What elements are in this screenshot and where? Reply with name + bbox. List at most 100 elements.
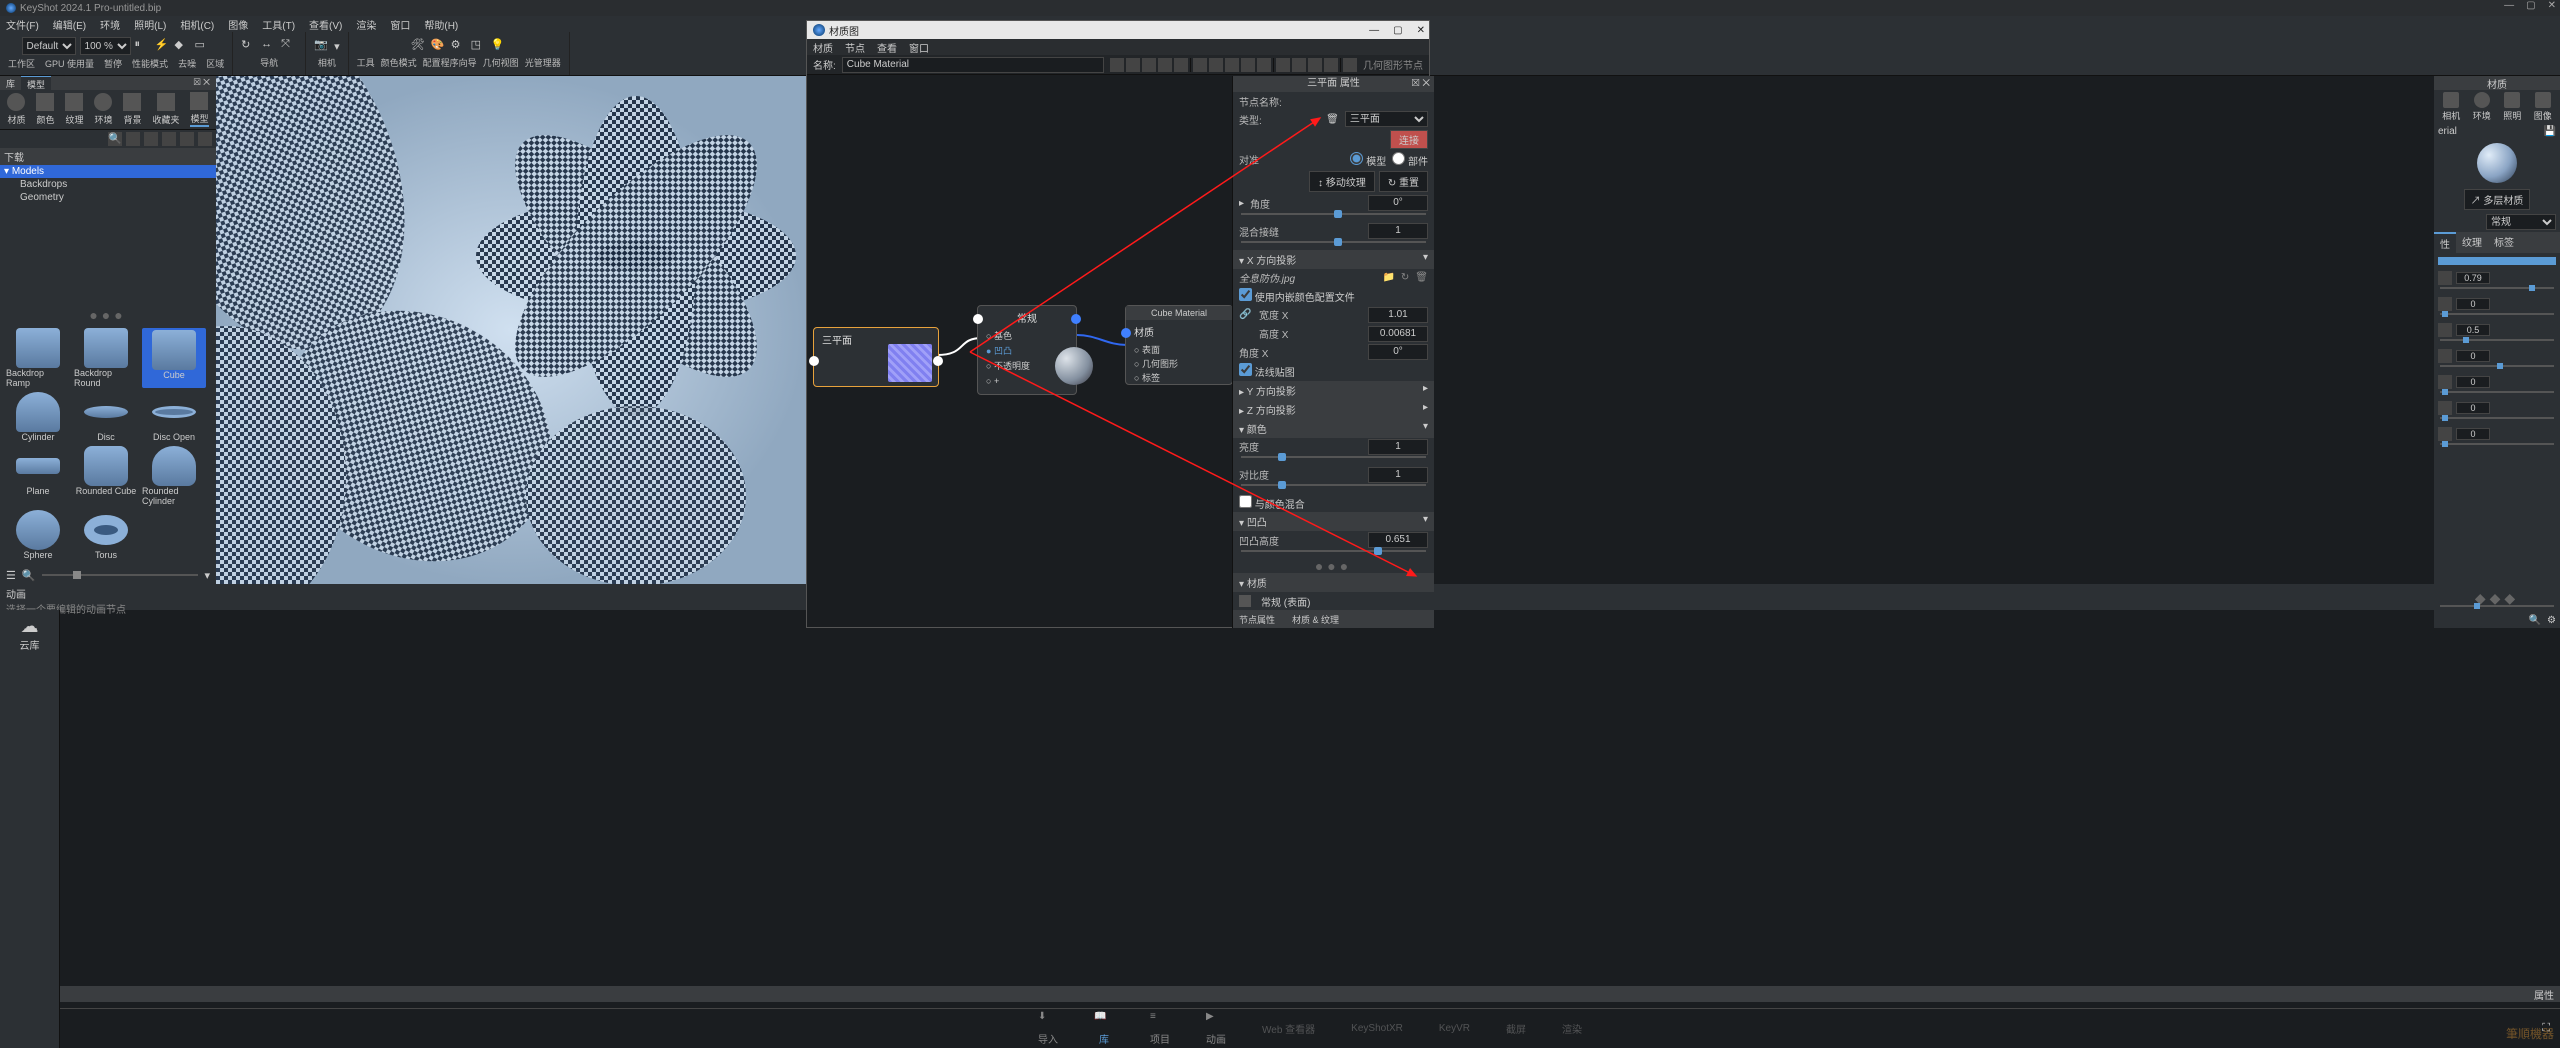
cut-icon[interactable] [1241, 58, 1255, 72]
node-icon[interactable] [1276, 58, 1290, 72]
sort-icon[interactable] [144, 132, 158, 146]
thumb-item[interactable]: Rounded Cylinder [142, 446, 206, 506]
palette-icon[interactable]: 🎨 [431, 38, 447, 54]
search-icon[interactable] [1126, 58, 1140, 72]
tab-color[interactable]: 颜色 [36, 93, 54, 126]
tab-models[interactable]: 模型 [190, 92, 208, 127]
blend-value[interactable]: 1 [1368, 223, 1428, 239]
btn-vr[interactable]: KeyVR [1439, 1023, 1470, 1034]
tex-icon[interactable] [2438, 427, 2452, 441]
tex-icon[interactable] [2438, 323, 2452, 337]
subtab-texture[interactable]: 纹理 [2456, 232, 2488, 253]
menu-item[interactable]: 查看 [877, 40, 897, 55]
slider[interactable] [2434, 443, 2560, 451]
save-icon[interactable]: 💾 [2544, 126, 2556, 137]
tab-material[interactable]: 材质 [7, 93, 25, 126]
zoom-icon[interactable] [1142, 58, 1156, 72]
thumb-item-selected[interactable]: Cube [142, 328, 206, 388]
group-icon[interactable] [1257, 58, 1271, 72]
maximize-icon[interactable]: ▢ [2526, 0, 2535, 11]
thumb-item[interactable]: Backdrop Ramp [6, 328, 70, 388]
drag-handle[interactable]: ●●● [0, 308, 216, 322]
collapse-icon[interactable] [1324, 58, 1338, 72]
copy-icon[interactable] [1193, 58, 1207, 72]
save-icon[interactable] [1110, 58, 1124, 72]
anglex-value[interactable]: 0° [1368, 344, 1428, 360]
thumb-item[interactable]: Cylinder [6, 392, 70, 442]
input-pin[interactable] [973, 314, 983, 324]
section-material[interactable]: ▾ 材质 [1233, 573, 1434, 592]
contrast-value[interactable]: 1 [1368, 467, 1428, 483]
wizard-icon[interactable]: ⚙ [451, 38, 467, 54]
search-icon[interactable]: 🔍 [2529, 615, 2541, 626]
menu-item[interactable]: 节点 [845, 40, 865, 55]
radio-part[interactable]: 部件 [1392, 152, 1428, 168]
list-icon[interactable]: ☰ [6, 569, 16, 582]
tab-model[interactable]: 模型 [21, 76, 51, 90]
slider[interactable] [2434, 287, 2560, 295]
widthx-value[interactable]: 1.01 [1368, 307, 1428, 323]
tab-fav[interactable]: 收藏夹 [152, 93, 179, 126]
menu-item[interactable]: 帮助(H) [424, 17, 458, 32]
refresh-icon[interactable]: ↻ [241, 38, 257, 54]
maximize-icon[interactable]: ▢ [1393, 25, 1402, 36]
heightx-value[interactable]: 0.00681 [1368, 326, 1428, 342]
pin-geom[interactable]: ○ 几何图形 [1134, 357, 1224, 371]
menu-item[interactable]: 渲染 [356, 17, 376, 32]
preset-select[interactable]: Default [22, 37, 76, 55]
thumb-item[interactable]: Backdrop Round [74, 328, 138, 388]
delete-icon[interactable]: 🗑 [1326, 114, 1339, 125]
search-icon[interactable]: 🔍 [22, 569, 36, 582]
tab-env[interactable]: 环境 [2473, 92, 2491, 122]
radio-model[interactable]: 模型 [1350, 152, 1386, 168]
node-triplanar[interactable]: 三平面 [813, 327, 939, 387]
fit-icon[interactable] [1158, 58, 1172, 72]
drag-handle[interactable]: ◆◆◆ [2434, 591, 2560, 605]
input-pin[interactable] [809, 356, 819, 366]
menu-item[interactable]: 材质 [813, 40, 833, 55]
zoom-select[interactable]: 100 % [80, 37, 131, 55]
link-icon[interactable]: 🔗 [1239, 309, 1253, 320]
angle-value[interactable]: 0° [1368, 195, 1428, 211]
tex-icon[interactable] [2438, 271, 2452, 285]
tab-bg[interactable]: 背景 [123, 93, 141, 126]
tree-header[interactable]: 下载 [0, 148, 216, 165]
embed-check[interactable]: 使用内嵌颜色配置文件 [1239, 288, 1355, 304]
slider[interactable] [2434, 365, 2560, 373]
output-pin[interactable] [933, 356, 943, 366]
brightness-slider[interactable] [1233, 456, 1434, 465]
node-material[interactable]: Cube Material 材质 ○ 表面 ○ 几何图形 ○ 标签 [1125, 305, 1233, 385]
material-item[interactable]: 常规 (表面) [1233, 592, 1434, 610]
tab-mattex[interactable]: 材质 & 纹理 [1292, 613, 1339, 626]
link-button[interactable]: 连接 [1390, 130, 1428, 149]
trash-icon[interactable]: 🗑 [1415, 272, 1428, 283]
contrast-slider[interactable] [1233, 484, 1434, 493]
subtab-props[interactable]: 性 [2434, 232, 2456, 253]
section-xproj[interactable]: ▾ X 方向投影▾ [1233, 250, 1434, 269]
section-color[interactable]: ▾ 颜色▾ [1233, 419, 1434, 438]
tree-geometry[interactable]: Geometry [0, 191, 216, 204]
val[interactable]: 0 [2456, 428, 2490, 440]
menu-item[interactable]: 工具(T) [262, 17, 295, 32]
tab-env[interactable]: 环境 [94, 93, 112, 126]
tab-texture[interactable]: 纹理 [65, 93, 83, 126]
grid-icon[interactable] [1174, 58, 1188, 72]
tab-nodeprops[interactable]: 节点属性 [1239, 613, 1275, 626]
pin-label[interactable]: ○ 标签 [1134, 371, 1224, 385]
thumb-item[interactable]: Sphere [6, 510, 70, 560]
refresh-icon[interactable]: ↻ [1401, 272, 1409, 283]
perf-icon[interactable]: ⚡ [155, 38, 171, 54]
mgw-titlebar[interactable]: 材质图 —▢✕ [807, 21, 1429, 39]
brightness-value[interactable]: 1 [1368, 439, 1428, 455]
slider-thumb[interactable] [73, 571, 81, 579]
thumb-item[interactable]: Disc Open [142, 392, 206, 442]
light-icon[interactable]: 💡 [491, 38, 507, 54]
expand-icon[interactable] [1308, 58, 1322, 72]
blendcolor-check[interactable]: 与颜色混合 [1239, 495, 1305, 511]
reset-button[interactable]: ↻ 重置 [1379, 171, 1428, 192]
input-pin[interactable] [1121, 328, 1131, 338]
arrows-icon[interactable]: ⤧ [281, 38, 297, 54]
panel-close-icon[interactable]: ⮽ ✕ [187, 76, 216, 90]
btn-import[interactable]: ⬇导入 [1038, 1011, 1058, 1046]
close-icon[interactable]: ✕ [2548, 0, 2556, 11]
